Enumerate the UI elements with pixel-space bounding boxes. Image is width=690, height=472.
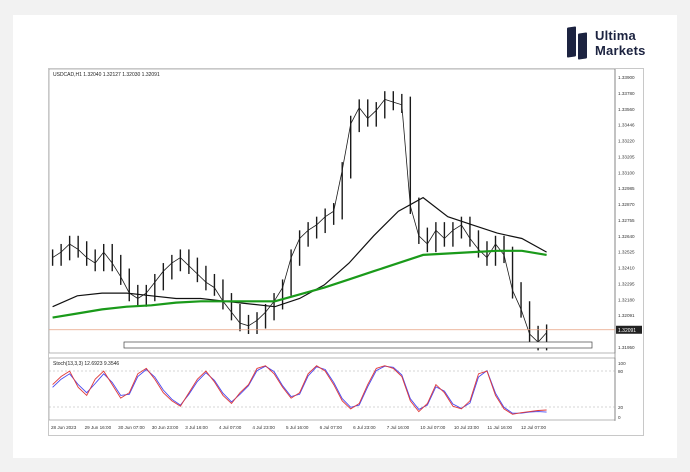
chart-svg[interactable]: USDCAD,H1 1.32040 1.32127 1.32030 1.3209… xyxy=(48,68,643,435)
price-tick-label: 1.33220 xyxy=(618,139,635,144)
brand-line-1: Ultima xyxy=(595,28,636,43)
time-tick-label: 28 Jun 2023 xyxy=(51,425,77,430)
time-tick-label: 30 Jun 23:00 xyxy=(152,425,179,430)
price-tick-label: 1.32295 xyxy=(618,281,635,286)
time-tick-label: 10 Jul 07:00 xyxy=(420,425,445,430)
price-tick-label: 1.33100 xyxy=(618,170,635,175)
price-tick-label: 1.33560 xyxy=(618,107,635,112)
price-axis: 1.33900 1.33780 1.33560 1.33446 1.33220 1.332… xyxy=(618,75,635,350)
current-price-label: 1.32091 xyxy=(618,328,636,334)
logo-mark-icon xyxy=(567,25,589,61)
price-tick-label: 1.32091 xyxy=(618,313,635,318)
oscillator-axis: 100 80 20 0 xyxy=(618,361,626,420)
price-tick-label: 1.33780 xyxy=(618,91,635,96)
brand-logo: Ultima Markets xyxy=(567,25,646,61)
oscillator-panel[interactable] xyxy=(48,357,616,421)
price-tick-label: 1.33900 xyxy=(618,75,635,80)
time-tick-label: 29 Jun 16:00 xyxy=(85,425,112,430)
price-tick-label: 1.33205 xyxy=(618,154,635,159)
time-tick-label: 6 Jul 07:00 xyxy=(320,425,343,430)
price-tick-label: 1.32870 xyxy=(618,202,635,207)
time-tick-label: 6 Jul 23:00 xyxy=(353,425,376,430)
price-tick-label: 1.32985 xyxy=(618,186,635,191)
price-tick-label: 1.32640 xyxy=(618,234,635,239)
osc-tick-label: 100 xyxy=(618,361,626,366)
support-zone-rectangle[interactable] xyxy=(123,341,593,349)
osc-tick-label: 20 xyxy=(618,405,624,410)
time-tick-label: 12 Jul 07:00 xyxy=(521,425,546,430)
price-tick-label: 1.33446 xyxy=(618,123,635,128)
price-tick-label: 1.32755 xyxy=(618,218,635,223)
time-axis: 28 Jun 2023 29 Jun 16:00 30 Jun 07:00 30 Ju… xyxy=(51,425,546,430)
time-tick-label: 3 Jul 16:00 xyxy=(185,425,208,430)
oscillator-header: Stoch(13,3,3) 12.6923 9.3546 xyxy=(53,361,119,367)
time-tick-label: 5 Jul 16:00 xyxy=(286,425,309,430)
price-tick-label: 1.31950 xyxy=(618,345,635,350)
stoch-signal-line xyxy=(52,365,547,414)
osc-tick-label: 0 xyxy=(618,415,621,420)
symbol-header: USDCAD,H1 1.32040 1.32127 1.32030 1.3209… xyxy=(53,72,160,78)
time-tick-label: 11 Jul 16:00 xyxy=(487,425,512,430)
price-tick-label: 1.32525 xyxy=(618,250,635,255)
brand-line-2: Markets xyxy=(595,43,646,58)
time-tick-label: 30 Jun 07:00 xyxy=(118,425,145,430)
osc-tick-label: 80 xyxy=(618,369,624,374)
price-series-group xyxy=(51,91,548,351)
time-tick-label: 10 Jul 23:00 xyxy=(454,425,479,430)
price-tick-label: 1.32180 xyxy=(618,297,635,302)
trading-chart[interactable]: USDCAD,H1 1.32040 1.32127 1.32030 1.3209… xyxy=(48,68,644,436)
price-tick-label: 1.32410 xyxy=(618,266,635,271)
time-tick-label: 4 Jul 23:00 xyxy=(252,425,275,430)
time-tick-label: 4 Jul 07:00 xyxy=(219,425,242,430)
time-tick-label: 7 Jul 16:00 xyxy=(387,425,410,430)
